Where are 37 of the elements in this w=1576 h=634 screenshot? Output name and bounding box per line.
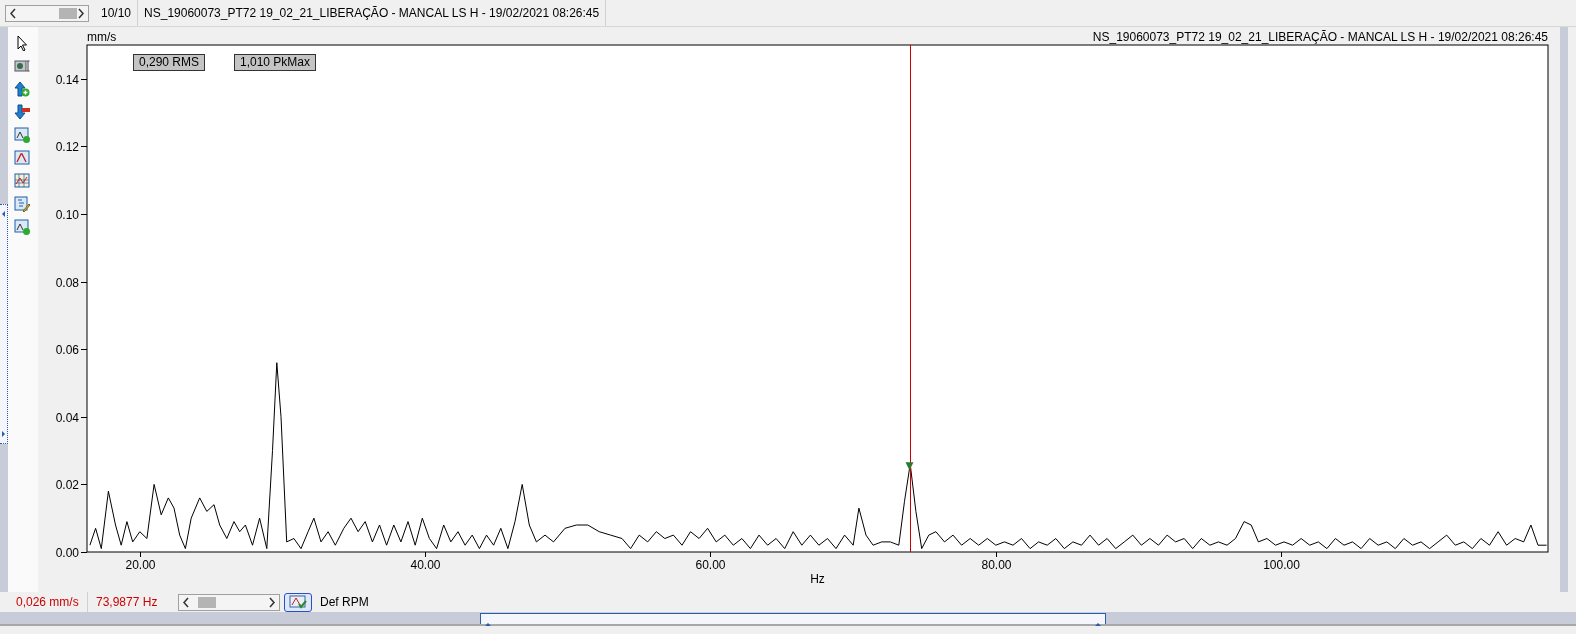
y-tick-label: 0.00 [55, 545, 79, 560]
readout-label: 1,010 PkMax [234, 54, 317, 71]
y-axis-unit: mm/s [87, 30, 117, 44]
cursor-arrow-icon[interactable] [14, 35, 30, 51]
y-tick-label: 0.10 [55, 207, 79, 222]
x-tick-label: 80.00 [981, 558, 1012, 572]
x-tick-label: 20.00 [125, 558, 156, 572]
chart-check-button[interactable] [284, 592, 312, 612]
y-tick-label: 0.04 [55, 410, 79, 425]
record-title: NS_19060073_PT72 19_02_21_LIBERAÇÃO - MANCAL LS H - 19/02/2021 08:26:45 [138, 0, 607, 26]
horizontal-scrollbar[interactable] [5, 4, 89, 22]
splitter-handle[interactable] [0, 204, 8, 444]
splitter-handle[interactable] [480, 613, 1106, 624]
chart-add-icon[interactable] [14, 127, 30, 143]
readout-label: 0,290 RMS [133, 54, 206, 71]
chart-title: NS_19060073_PT72 19_02_21_LIBERAÇÃO - MANCAL LS H - 19/02/2021 08:26:45 [1092, 30, 1548, 44]
page-counter: 10/10 [95, 0, 139, 26]
x-tick-label: 100.00 [1263, 558, 1300, 572]
frame-zoom-icon[interactable] [14, 58, 30, 74]
x-axis-label: Hz [810, 572, 825, 586]
peak-chart-icon[interactable] [14, 150, 30, 166]
y-tick-label: 0.08 [55, 275, 79, 290]
cursor-marker[interactable] [905, 462, 914, 471]
x-tick-label: 60.00 [695, 558, 726, 572]
y-tick-label: 0.14 [55, 72, 79, 87]
rpm-label: Def RPM [319, 594, 370, 611]
chart-add-icon[interactable] [14, 219, 30, 235]
down-arrow-minus-icon[interactable] [14, 104, 30, 120]
edit-list-icon[interactable] [14, 196, 30, 212]
frequency-readout: 73,9877 Hz [95, 594, 159, 611]
y-tick-label: 0.02 [55, 477, 79, 492]
up-arrow-plus-icon[interactable] [14, 81, 30, 97]
y-tick-label: 0.12 [55, 139, 79, 154]
grid-chart-icon[interactable] [14, 173, 30, 189]
y-tick-label: 0.06 [55, 342, 79, 357]
horizontal-scrollbar[interactable] [178, 593, 280, 611]
x-tick-label: 40.00 [410, 558, 441, 572]
